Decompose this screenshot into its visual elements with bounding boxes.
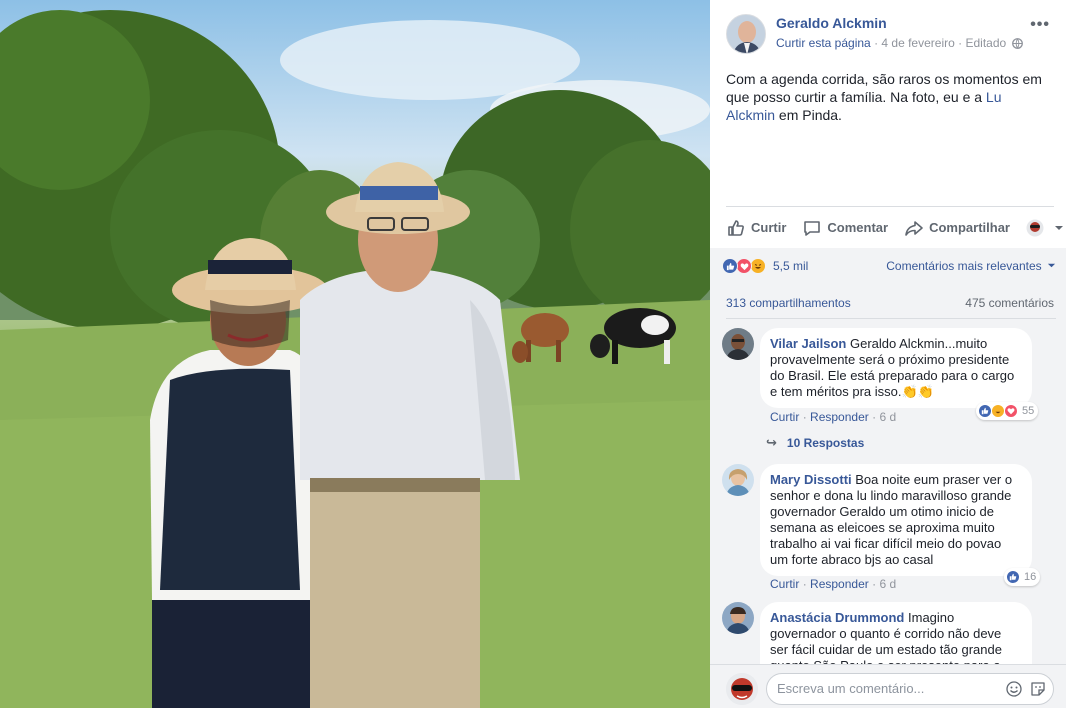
reaction-icons bbox=[722, 258, 766, 274]
comment-reaction-count: 16 bbox=[1024, 571, 1037, 583]
comment-bubble: Vilar Jailson Geraldo Alckmin...muito pr… bbox=[760, 328, 1032, 408]
post-meta: Curtir esta página · 4 de fevereiro · Ed… bbox=[776, 36, 1023, 52]
share-button[interactable]: Compartilhar bbox=[904, 218, 1010, 238]
reply-arrow-icon: ↪ bbox=[766, 435, 777, 450]
comment-like-link[interactable]: Curtir bbox=[770, 577, 799, 591]
caption-end: em Pinda. bbox=[775, 107, 842, 123]
love-reaction-icon bbox=[1004, 404, 1018, 418]
comment-item: Mary Dissotti Boa noite eum praser ver o… bbox=[722, 464, 1052, 594]
page-avatar[interactable] bbox=[726, 14, 766, 54]
comment-like-link[interactable]: Curtir bbox=[770, 410, 799, 424]
comment-author-link[interactable]: Mary Dissotti bbox=[770, 472, 852, 487]
post-photo[interactable] bbox=[0, 0, 710, 708]
replies-label: 10 Respostas bbox=[786, 436, 865, 450]
comments-section: 5,5 mil Comentários mais relevantes 313 … bbox=[710, 248, 1066, 708]
comment-reply-link[interactable]: Responder bbox=[810, 410, 869, 424]
commenter-avatar[interactable] bbox=[722, 602, 754, 634]
post-panel: Geraldo Alckmin Curtir esta página · 4 d… bbox=[710, 0, 1066, 708]
comment-actions: Curtir · Responder · 6 d bbox=[770, 410, 897, 424]
comment-item: Anastácia Drummond Imagino governador o … bbox=[722, 602, 1052, 664]
post-actions: Curtir Comentar Compartilhar bbox=[726, 206, 1063, 248]
emoji-icon[interactable] bbox=[1006, 681, 1022, 697]
comment-actions: Curtir · Responder · 6 d bbox=[770, 577, 897, 591]
comment-reply-link[interactable]: Responder bbox=[810, 577, 869, 591]
post-header: Geraldo Alckmin Curtir esta página · 4 d… bbox=[726, 14, 1056, 58]
comment-sort-dropdown[interactable]: Comentários mais relevantes bbox=[886, 259, 1056, 273]
chevron-down-icon bbox=[1054, 225, 1063, 230]
comment-icon bbox=[804, 220, 821, 236]
post-caption: Com a agenda corrida, são raros os momen… bbox=[726, 70, 1046, 124]
comment-composer: Escreva um comentário... bbox=[710, 664, 1066, 708]
love-reaction-icon bbox=[736, 258, 752, 274]
like-page-link[interactable]: Curtir esta página bbox=[776, 36, 871, 50]
thumbs-up-icon bbox=[728, 219, 744, 236]
post-date[interactable]: 4 de fevereiro bbox=[881, 36, 954, 50]
reaction-count[interactable]: 5,5 mil bbox=[773, 259, 808, 273]
share-label: Compartilhar bbox=[929, 220, 1010, 235]
comment-time[interactable]: 6 d bbox=[879, 577, 896, 591]
comment-reactions[interactable]: 16 bbox=[1004, 568, 1041, 586]
commenter-avatar[interactable] bbox=[722, 464, 754, 496]
comments-count[interactable]: 475 comentários bbox=[965, 296, 1054, 310]
chevron-down-icon bbox=[1047, 263, 1056, 268]
shares-count[interactable]: 313 compartilhamentos bbox=[726, 296, 851, 310]
comment-bubble: Mary Dissotti Boa noite eum praser ver o… bbox=[760, 464, 1032, 576]
like-reaction-icon bbox=[722, 258, 738, 274]
share-icon bbox=[905, 220, 923, 236]
haha-reaction-icon bbox=[991, 404, 1005, 418]
comment-author-link[interactable]: Anastácia Drummond bbox=[770, 610, 904, 625]
current-user-avatar[interactable] bbox=[726, 673, 758, 705]
comment-reactions[interactable]: 55 bbox=[976, 402, 1039, 420]
comment-item: Vilar Jailson Geraldo Alckmin...muito pr… bbox=[722, 328, 1052, 458]
like-label: Curtir bbox=[751, 220, 787, 235]
commenter-avatar[interactable] bbox=[722, 328, 754, 360]
comment-time[interactable]: 6 d bbox=[879, 410, 896, 424]
comment-reaction-count: 55 bbox=[1022, 405, 1035, 417]
shares-comments-row: 313 compartilhamentos 475 comentários bbox=[726, 296, 1054, 310]
more-options-icon[interactable]: ••• bbox=[1030, 16, 1050, 34]
comment-bubble: Anastácia Drummond Imagino governador o … bbox=[760, 602, 1032, 664]
comment-author-link[interactable]: Vilar Jailson bbox=[770, 336, 846, 351]
divider bbox=[726, 318, 1056, 319]
clap-emoji: 👏👏 bbox=[901, 384, 934, 399]
haha-reaction-icon bbox=[750, 258, 766, 274]
sort-label: Comentários mais relevantes bbox=[886, 259, 1042, 273]
view-replies-link[interactable]: ↪ 10 Respostas bbox=[766, 435, 864, 451]
like-button[interactable]: Curtir bbox=[726, 218, 786, 238]
page-name-link[interactable]: Geraldo Alckmin bbox=[776, 15, 887, 31]
globe-icon bbox=[1011, 38, 1023, 52]
post-as-selector[interactable] bbox=[1026, 219, 1066, 237]
composer-icons bbox=[1006, 681, 1046, 697]
like-reaction-icon bbox=[978, 404, 992, 418]
photo-scene bbox=[0, 10, 710, 708]
edited-label[interactable]: Editado bbox=[965, 36, 1006, 50]
comment-button[interactable]: Comentar bbox=[802, 218, 888, 238]
sticker-icon[interactable] bbox=[1030, 681, 1046, 697]
comment-label: Comentar bbox=[827, 220, 889, 235]
reactions-summary[interactable]: 5,5 mil Comentários mais relevantes bbox=[722, 258, 1056, 278]
user-avatar-icon bbox=[1026, 219, 1044, 236]
like-reaction-icon bbox=[1006, 570, 1020, 584]
